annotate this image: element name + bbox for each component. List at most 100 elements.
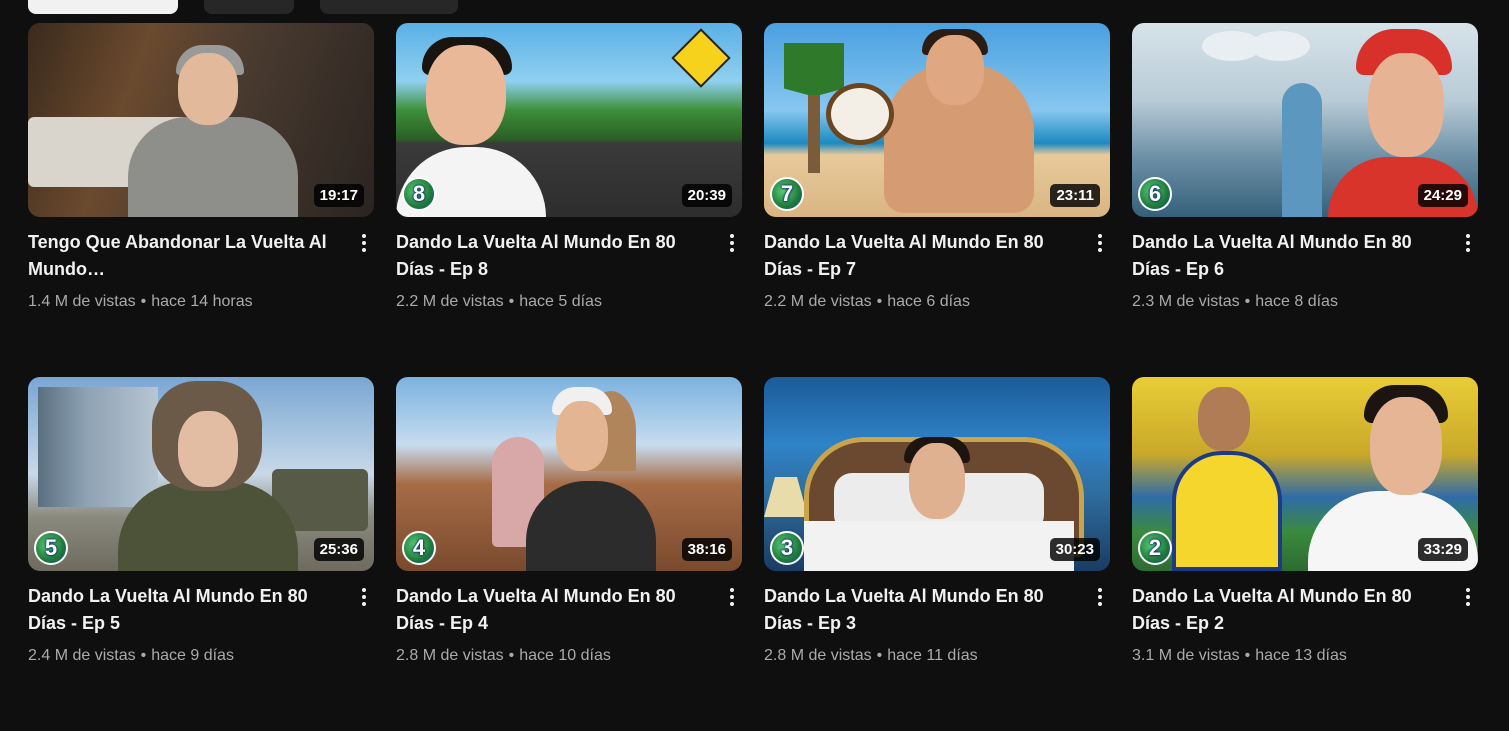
thumbnail-shape [1198, 387, 1250, 451]
video-card[interactable]: 5 25:36 Dando La Vuelta Al Mundo En 80 D… [28, 377, 374, 731]
thumbnail-shape [556, 401, 608, 471]
video-title[interactable]: Dando La Vuelta Al Mundo En 80 Días - Ep… [1132, 583, 1434, 637]
view-count: 2.2 M de vistas [396, 293, 504, 310]
video-card[interactable]: 4 38:16 Dando La Vuelta Al Mundo En 80 D… [396, 377, 742, 731]
thumbnail-shape [526, 481, 656, 571]
separator-dot: • [876, 293, 883, 310]
video-title[interactable]: Dando La Vuelta Al Mundo En 80 Días - Ep… [1132, 229, 1434, 283]
filter-chip-selected[interactable] [28, 0, 178, 14]
view-count: 2.2 M de vistas [764, 293, 872, 310]
more-vert-icon[interactable] [722, 229, 742, 313]
video-card[interactable]: 2 33:29 Dando La Vuelta Al Mundo En 80 D… [1132, 377, 1478, 731]
video-duration: 33:29 [1417, 538, 1468, 561]
video-meta: Dando La Vuelta Al Mundo En 80 Días - Ep… [764, 583, 1110, 667]
episode-globe-badge-icon: 3 [770, 531, 804, 565]
video-duration: 19:17 [313, 184, 364, 207]
video-thumbnail[interactable]: 6 24:29 [1132, 23, 1478, 217]
video-title[interactable]: Dando La Vuelta Al Mundo En 80 Días - Ep… [396, 583, 698, 637]
video-thumbnail[interactable]: 3 30:23 [764, 377, 1110, 571]
video-title[interactable]: Tengo Que Abandonar La Vuelta Al Mundo… [28, 229, 330, 283]
filter-chip[interactable] [320, 0, 458, 14]
more-vert-icon[interactable] [1090, 229, 1110, 313]
separator-dot: • [140, 647, 147, 664]
video-stats: 2.3 M de vistas • hace 8 días [1132, 291, 1434, 313]
upload-age: hace 14 horas [151, 293, 253, 310]
video-stats: 3.1 M de vistas • hace 13 días [1132, 645, 1434, 667]
video-meta: Dando La Vuelta Al Mundo En 80 Días - Ep… [28, 583, 374, 667]
video-stats: 2.4 M de vistas • hace 9 días [28, 645, 330, 667]
video-stats: 2.2 M de vistas • hace 5 días [396, 291, 698, 313]
video-duration: 23:11 [1050, 184, 1100, 207]
thumbnail-shape [1282, 83, 1322, 217]
video-thumbnail[interactable]: 19:17 [28, 23, 374, 217]
separator-dot: • [140, 293, 147, 310]
video-card[interactable]: 3 30:23 Dando La Vuelta Al Mundo En 80 D… [764, 377, 1110, 731]
more-vert-icon[interactable] [354, 583, 374, 667]
video-title[interactable]: Dando La Vuelta Al Mundo En 80 Días - Ep… [764, 229, 1066, 283]
more-vert-icon[interactable] [354, 229, 374, 313]
thumbnail-shape [118, 481, 298, 571]
video-thumbnail[interactable]: 5 25:36 [28, 377, 374, 571]
thumbnail-shape [426, 45, 506, 145]
video-meta: Dando La Vuelta Al Mundo En 80 Días - Ep… [1132, 583, 1478, 667]
upload-age: hace 11 días [887, 647, 978, 664]
filter-chip[interactable] [204, 0, 294, 14]
episode-globe-badge-icon: 6 [1138, 177, 1172, 211]
video-text: Tengo Que Abandonar La Vuelta Al Mundo… … [28, 229, 354, 313]
video-card[interactable]: 6 24:29 Dando La Vuelta Al Mundo En 80 D… [1132, 23, 1478, 377]
separator-dot: • [1244, 647, 1251, 664]
video-meta: Dando La Vuelta Al Mundo En 80 Días - Ep… [764, 229, 1110, 313]
thumbnail-shape [1202, 31, 1262, 61]
more-vert-icon[interactable] [1458, 583, 1478, 667]
video-thumbnail[interactable]: 7 23:11 [764, 23, 1110, 217]
video-title[interactable]: Dando La Vuelta Al Mundo En 80 Días - Ep… [764, 583, 1066, 637]
separator-dot: • [1244, 293, 1251, 310]
video-duration: 38:16 [681, 538, 732, 561]
video-text: Dando La Vuelta Al Mundo En 80 Días - Ep… [764, 229, 1090, 313]
thumbnail-shape [764, 477, 808, 517]
video-duration: 25:36 [313, 538, 364, 561]
video-card[interactable]: 19:17 Tengo Que Abandonar La Vuelta Al M… [28, 23, 374, 377]
video-text: Dando La Vuelta Al Mundo En 80 Días - Ep… [1132, 583, 1458, 667]
video-meta: Dando La Vuelta Al Mundo En 80 Días - Ep… [396, 583, 742, 667]
upload-age: hace 8 días [1255, 293, 1338, 310]
video-thumbnail[interactable]: 2 33:29 [1132, 377, 1478, 571]
separator-dot: • [876, 647, 883, 664]
episode-globe-badge-icon: 8 [402, 177, 436, 211]
thumbnail-shape [826, 83, 894, 145]
video-text: Dando La Vuelta Al Mundo En 80 Días - Ep… [396, 229, 722, 313]
thumbnail-shape [671, 28, 731, 88]
video-stats: 2.8 M de vistas • hace 11 días [764, 645, 1066, 667]
view-count: 2.8 M de vistas [396, 647, 504, 664]
upload-age: hace 10 días [519, 647, 611, 664]
view-count: 3.1 M de vistas [1132, 647, 1240, 664]
episode-globe-badge-icon: 4 [402, 531, 436, 565]
thumbnail-shape [1370, 397, 1442, 495]
video-stats: 2.8 M de vistas • hace 10 días [396, 645, 698, 667]
video-thumbnail[interactable]: 8 20:39 [396, 23, 742, 217]
video-duration: 24:29 [1417, 184, 1468, 207]
view-count: 2.8 M de vistas [764, 647, 872, 664]
thumbnail-shape [1172, 451, 1282, 571]
upload-age: hace 6 días [887, 293, 970, 310]
view-count: 2.4 M de vistas [28, 647, 136, 664]
upload-age: hace 13 días [1255, 647, 1347, 664]
video-stats: 1.4 M de vistas • hace 14 horas [28, 291, 330, 313]
video-thumbnail[interactable]: 4 38:16 [396, 377, 742, 571]
episode-globe-badge-icon: 2 [1138, 531, 1172, 565]
thumbnail-shape [38, 387, 158, 507]
video-card[interactable]: 8 20:39 Dando La Vuelta Al Mundo En 80 D… [396, 23, 742, 377]
more-vert-icon[interactable] [1090, 583, 1110, 667]
more-vert-icon[interactable] [722, 583, 742, 667]
video-card[interactable]: 7 23:11 Dando La Vuelta Al Mundo En 80 D… [764, 23, 1110, 377]
more-vert-icon[interactable] [1458, 229, 1478, 313]
video-duration: 30:23 [1049, 538, 1100, 561]
video-meta: Tengo Que Abandonar La Vuelta Al Mundo… … [28, 229, 374, 313]
video-title[interactable]: Dando La Vuelta Al Mundo En 80 Días - Ep… [28, 583, 330, 637]
thumbnail-shape [909, 443, 965, 519]
separator-dot: • [508, 293, 515, 310]
video-text: Dando La Vuelta Al Mundo En 80 Días - Ep… [764, 583, 1090, 667]
video-text: Dando La Vuelta Al Mundo En 80 Días - Ep… [28, 583, 354, 667]
filter-chips [28, 0, 458, 14]
video-title[interactable]: Dando La Vuelta Al Mundo En 80 Días - Ep… [396, 229, 698, 283]
